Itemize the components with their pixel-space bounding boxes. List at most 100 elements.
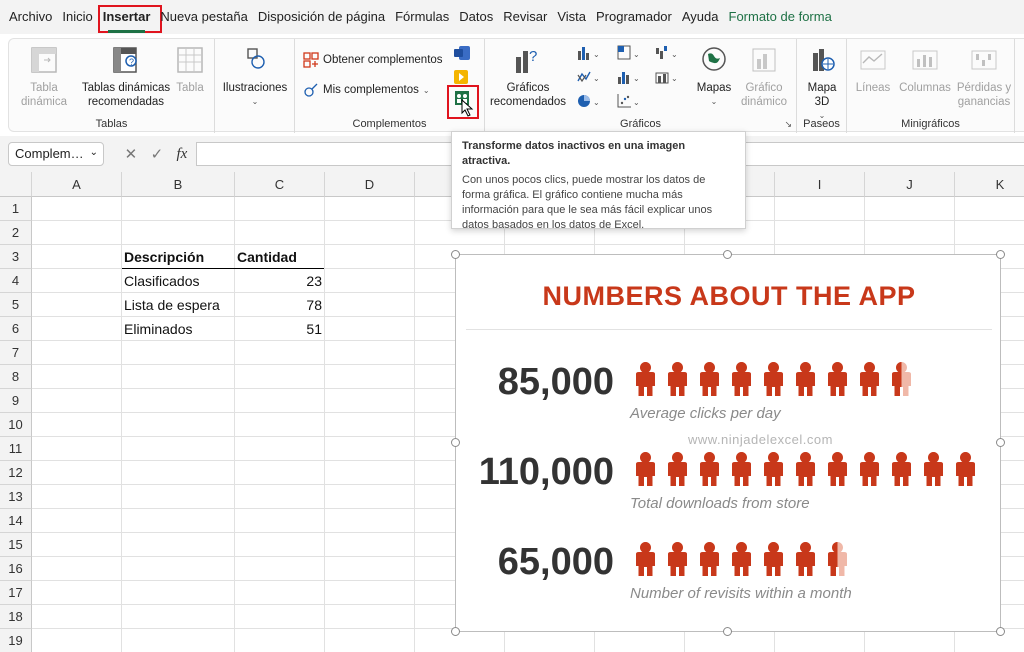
obtener-complementos-button[interactable]: Obtener complementos bbox=[303, 52, 443, 68]
combo-chart-icon[interactable]: ⌄ bbox=[655, 69, 681, 85]
tab-formulas[interactable]: Fórmulas bbox=[390, 0, 454, 34]
perdidas-ganancias-button[interactable]: Pérdidas y ganancias bbox=[955, 45, 1013, 109]
group-complementos-label: Complementos bbox=[352, 118, 427, 130]
column-header-i[interactable]: I bbox=[775, 172, 865, 197]
row-header-6[interactable]: 6 bbox=[0, 317, 32, 341]
tab-insertar[interactable]: Insertar bbox=[97, 0, 162, 34]
mapas-button[interactable]: Mapas ⌄ bbox=[689, 45, 739, 109]
shapes-icon bbox=[247, 48, 265, 69]
chart-type-buttons: ⌄ ⌄ ⌄ ⌄ ⌄ ⌄ ⌄ ⌄ bbox=[577, 45, 697, 113]
cell-b6[interactable]: Eliminados bbox=[124, 317, 192, 341]
row-header-19[interactable]: 19 bbox=[0, 629, 32, 652]
tab-inicio[interactable]: Inicio bbox=[57, 0, 97, 34]
mis-complementos-button[interactable]: Mis complementos ⌄ bbox=[303, 82, 430, 98]
tab-disposicion[interactable]: Disposición de página bbox=[253, 0, 390, 34]
graficos-recomendados-button[interactable]: ? Gráficos recomendados bbox=[489, 45, 567, 109]
row-header-5[interactable]: 5 bbox=[0, 293, 32, 317]
row-header-4[interactable]: 4 bbox=[0, 269, 32, 293]
resize-handle[interactable] bbox=[996, 250, 1005, 259]
row-header-1[interactable]: 1 bbox=[0, 197, 32, 221]
row-header-13[interactable]: 13 bbox=[0, 485, 32, 509]
resize-handle[interactable] bbox=[996, 627, 1005, 636]
row-header-7[interactable]: 7 bbox=[0, 341, 32, 365]
svg-text:⌄: ⌄ bbox=[671, 74, 678, 83]
row-header-8[interactable]: 8 bbox=[0, 365, 32, 389]
column-chart-icon[interactable]: ⌄ bbox=[577, 45, 603, 61]
ilustraciones-label: Ilustraciones bbox=[222, 82, 288, 94]
column-header-c[interactable]: C bbox=[235, 172, 325, 197]
tab-datos[interactable]: Datos bbox=[454, 0, 498, 34]
resize-handle[interactable] bbox=[451, 627, 460, 636]
ilustraciones-button[interactable]: Ilustraciones ⌄ bbox=[219, 45, 291, 109]
row-header-18[interactable]: 18 bbox=[0, 605, 32, 629]
row-header-16[interactable]: 16 bbox=[0, 557, 32, 581]
row-header-9[interactable]: 9 bbox=[0, 389, 32, 413]
row-header-14[interactable]: 14 bbox=[0, 509, 32, 533]
row-header-2[interactable]: 2 bbox=[0, 221, 32, 245]
cell-c4[interactable]: 23 bbox=[236, 269, 322, 293]
lineas-button[interactable]: Líneas bbox=[851, 45, 895, 95]
ribbon: Tabla dinámica ? Tablas dinámicas recome… bbox=[8, 38, 1024, 133]
line-chart-icon[interactable]: ⌄ bbox=[577, 69, 603, 85]
header-descripcion[interactable]: Descripción bbox=[124, 245, 204, 269]
row-header-12[interactable]: 12 bbox=[0, 461, 32, 485]
svg-text:?: ? bbox=[129, 57, 134, 67]
column-header-d[interactable]: D bbox=[325, 172, 415, 197]
grafico-dinamico-button[interactable]: Gráfico dinámico bbox=[735, 45, 793, 109]
resize-handle[interactable] bbox=[723, 627, 732, 636]
select-all-corner[interactable] bbox=[0, 172, 32, 197]
ribbon-tabs: Archivo Inicio Insertar Nueva pestaña Di… bbox=[0, 0, 1024, 34]
resize-handle[interactable] bbox=[996, 438, 1005, 447]
tab-ayuda[interactable]: Ayuda bbox=[677, 0, 724, 34]
cancel-icon[interactable]: ✕ bbox=[125, 145, 138, 163]
tab-revisar[interactable]: Revisar bbox=[498, 0, 552, 34]
tab-programador[interactable]: Programador bbox=[591, 0, 677, 34]
svg-text:?: ? bbox=[529, 48, 537, 65]
cell-c5[interactable]: 78 bbox=[236, 293, 322, 317]
cell-c6[interactable]: 51 bbox=[236, 317, 322, 341]
resize-handle[interactable] bbox=[451, 250, 460, 259]
tooltip-title: Transforme datos inactivos en una imagen… bbox=[462, 140, 686, 167]
waterfall-chart-icon[interactable]: ⌄ bbox=[655, 45, 681, 61]
name-box[interactable]: Complem… ⌄ bbox=[8, 142, 104, 166]
scatter-chart-icon[interactable]: ⌄ bbox=[617, 93, 643, 109]
tab-archivo[interactable]: Archivo bbox=[4, 0, 57, 34]
row-header-15[interactable]: 15 bbox=[0, 533, 32, 557]
people-graph[interactable]: NUMBERS ABOUT THE APP www.ninjadelexcel.… bbox=[455, 254, 1001, 632]
column-header-b[interactable]: B bbox=[122, 172, 235, 197]
svg-text:⌄: ⌄ bbox=[671, 50, 678, 59]
stat-label-2: Total downloads from store bbox=[630, 495, 810, 512]
row-header-17[interactable]: 17 bbox=[0, 581, 32, 605]
header-cantidad[interactable]: Cantidad bbox=[237, 245, 297, 269]
column-header-j[interactable]: J bbox=[865, 172, 955, 197]
tab-formato-de-forma[interactable]: Formato de forma bbox=[724, 0, 837, 34]
check-icon[interactable]: ✓ bbox=[151, 145, 164, 163]
mapa-3d-button[interactable]: Mapa 3D ⌄ bbox=[799, 45, 845, 123]
cell-b4[interactable]: Clasificados bbox=[124, 269, 199, 293]
row-header-11[interactable]: 11 bbox=[0, 437, 32, 461]
group-complementos: Obtener complementos Mis complementos ⌄ … bbox=[295, 39, 485, 133]
visio-button[interactable] bbox=[453, 45, 471, 64]
row-header-3[interactable]: 3 bbox=[0, 245, 32, 269]
tabla-dinamica-button[interactable]: Tabla dinámica bbox=[15, 45, 73, 109]
active-tab-underline bbox=[107, 30, 146, 33]
column-header-k[interactable]: K bbox=[955, 172, 1024, 197]
divider bbox=[466, 329, 992, 330]
highlight-box bbox=[97, 5, 162, 33]
row-header-10[interactable]: 10 bbox=[0, 413, 32, 437]
dialog-launcher-icon[interactable]: ↘ bbox=[784, 119, 792, 130]
tablas-dinamicas-recomendadas-button[interactable]: ? Tablas dinámicas recomendadas bbox=[79, 45, 173, 109]
people-graph-button[interactable] bbox=[447, 85, 479, 119]
cell-b5[interactable]: Lista de espera bbox=[124, 293, 220, 317]
columnas-button[interactable]: Columnas bbox=[897, 45, 953, 95]
pie-chart-icon[interactable]: ⌄ bbox=[577, 93, 603, 109]
stat-chart-icon[interactable]: ⌄ bbox=[617, 69, 643, 85]
column-header-a[interactable]: A bbox=[32, 172, 122, 197]
tabla-button[interactable]: Tabla bbox=[173, 45, 207, 95]
hierarchy-chart-icon[interactable]: ⌄ bbox=[617, 45, 643, 61]
insert-function-icon[interactable]: fx bbox=[176, 146, 187, 163]
tab-nueva-pestana[interactable]: Nueva pestaña bbox=[155, 0, 252, 34]
resize-handle[interactable] bbox=[723, 250, 732, 259]
resize-handle[interactable] bbox=[451, 438, 460, 447]
tab-vista[interactable]: Vista bbox=[552, 0, 591, 34]
